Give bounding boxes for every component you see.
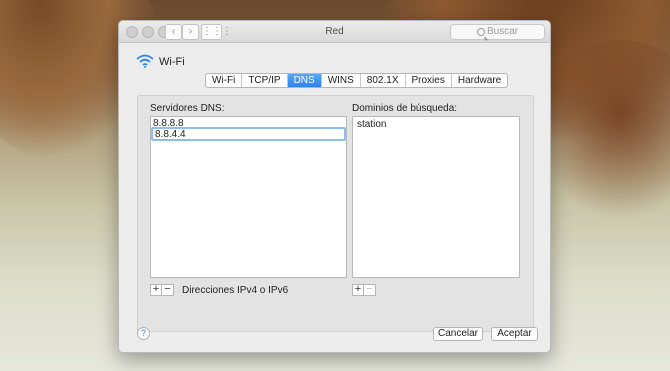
tab-wins[interactable]: WINS [322,74,361,87]
remove-search-domain-button[interactable]: − [364,284,376,296]
search-field[interactable]: Buscar [450,24,545,40]
dns-servers-list[interactable]: 8.8.8.8 8.8.4.4 [150,116,347,278]
tab-tcpip[interactable]: TCP/IP [242,74,288,87]
dns-servers-add-remove: + − [150,284,174,296]
dns-servers-label: Servidores DNS: [150,103,225,114]
tab-hardware[interactable]: Hardware [452,74,507,87]
search-domains-list[interactable]: station [352,116,520,278]
tab-wifi[interactable]: Wi-Fi [206,74,243,87]
interface-name: Wi-Fi [159,56,185,68]
search-icon [477,28,485,36]
settings-tabs: Wi-Fi TCP/IP DNS WINS 802.1X Proxies Har… [205,73,509,88]
network-preferences-window: ‹ › ⋮⋮⋮ Red Buscar Wi-Fi Wi-Fi TCP/IP DN… [118,20,551,353]
add-dns-server-button[interactable]: + [150,284,162,296]
search-domains-label: Dominios de búsqueda: [352,103,458,114]
accept-button[interactable]: Aceptar [491,327,538,341]
remove-dns-server-button[interactable]: − [162,284,174,296]
tab-dns[interactable]: DNS [287,74,322,87]
wifi-icon [136,54,154,68]
search-domains-add-remove: + − [352,284,376,296]
add-search-domain-button[interactable]: + [352,284,364,296]
tab-8021x[interactable]: 802.1X [361,74,406,87]
cancel-button[interactable]: Cancelar [433,327,483,341]
search-domain-row[interactable]: station [353,119,519,132]
search-placeholder: Buscar [487,26,519,37]
dns-panel: Servidores DNS: 8.8.8.8 8.8.4.4 + − Dire… [137,95,534,332]
tab-proxies[interactable]: Proxies [406,74,452,87]
titlebar[interactable]: ‹ › ⋮⋮⋮ Red Buscar [119,21,550,43]
help-button[interactable]: ? [137,327,150,340]
dns-server-edit-field[interactable]: 8.8.4.4 [151,127,346,141]
dns-address-hint: Direcciones IPv4 o IPv6 [182,285,289,296]
